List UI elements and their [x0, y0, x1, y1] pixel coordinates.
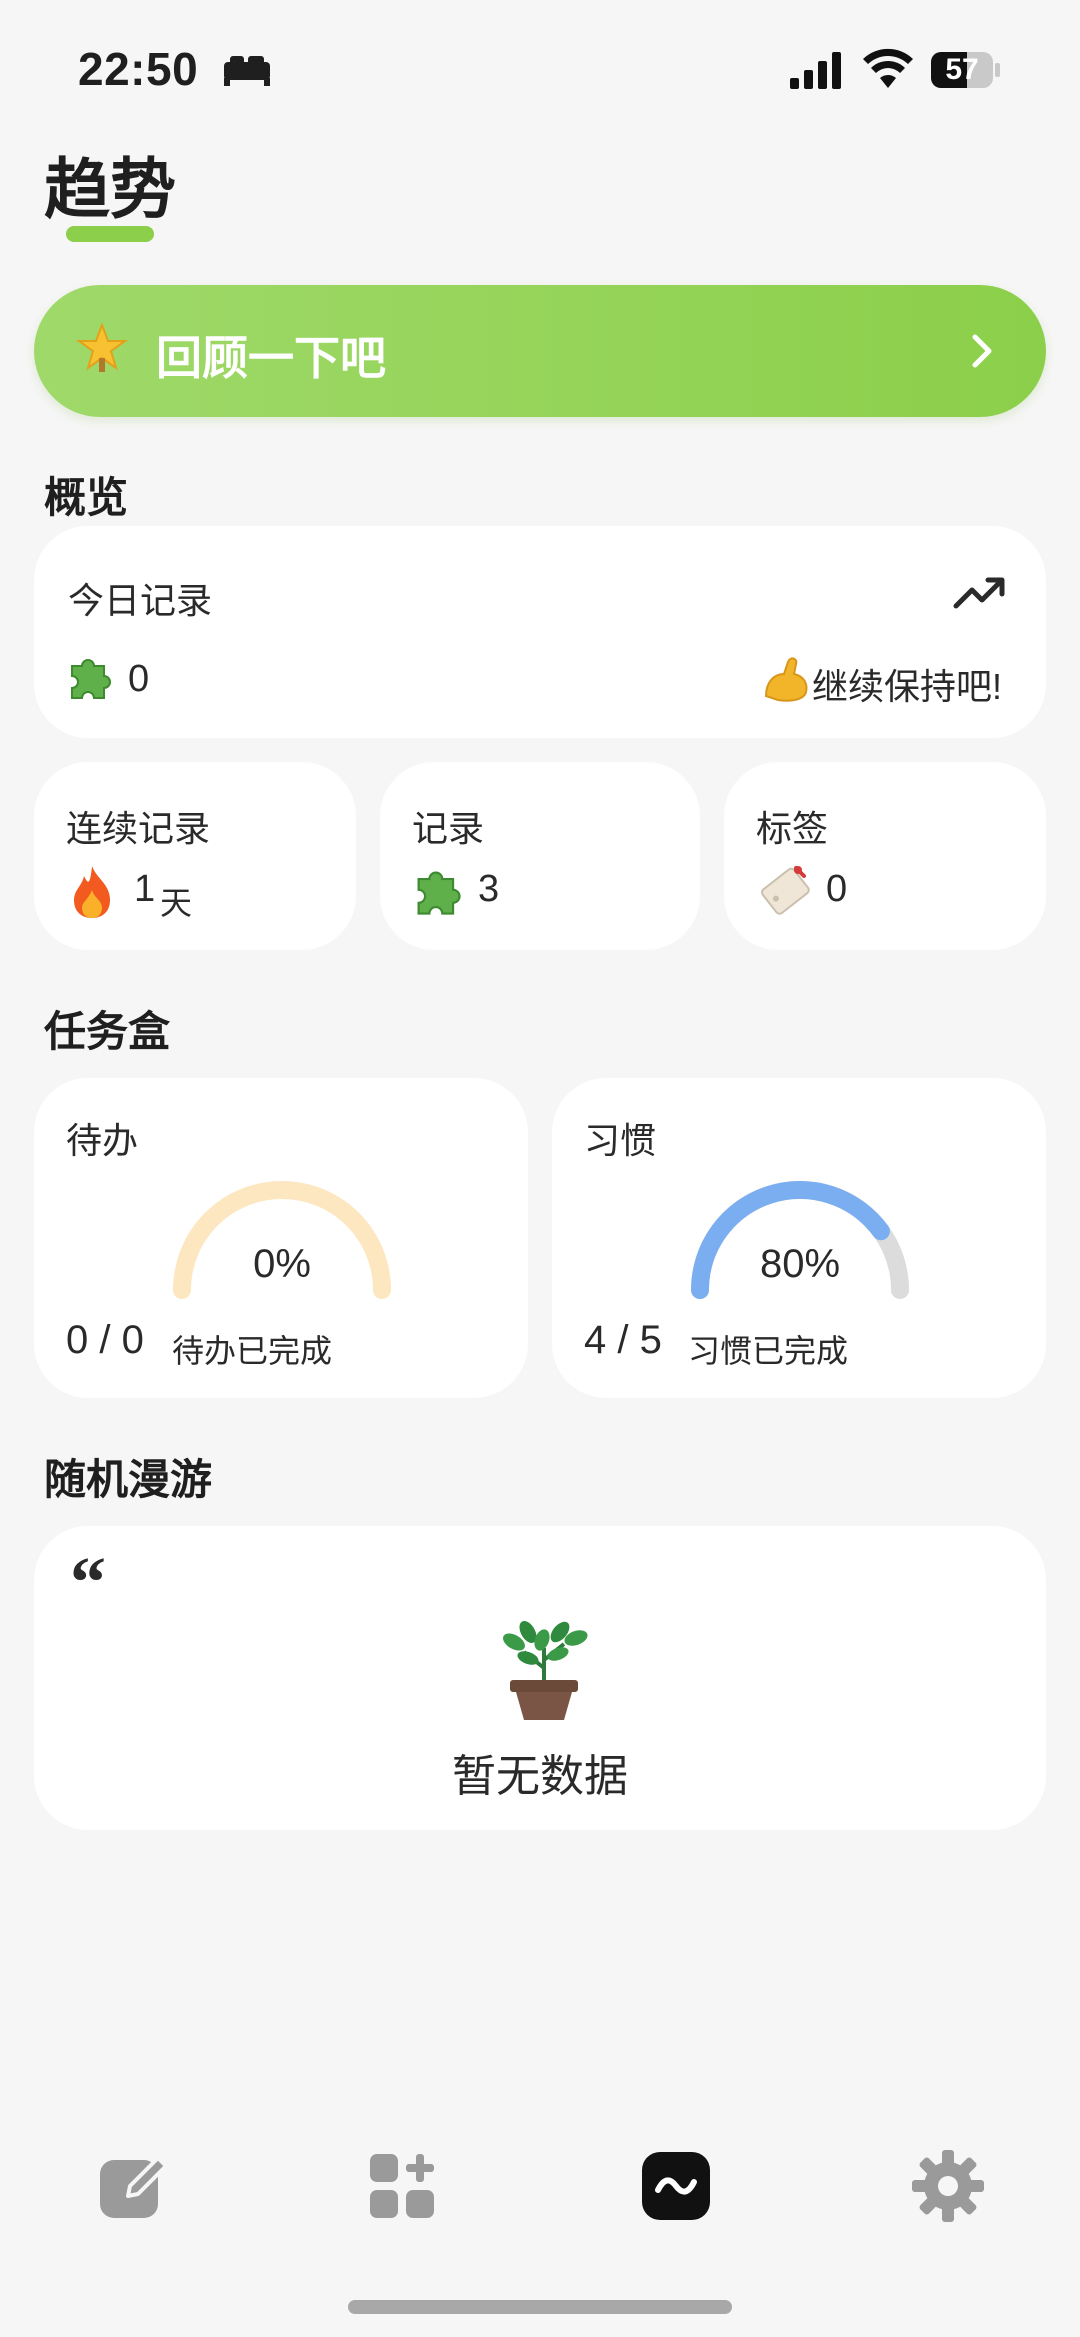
streak-unit: 天 [160, 885, 193, 921]
tags-label: 标签 [756, 808, 829, 849]
cellular-signal-icon [790, 52, 841, 89]
today-records-label: 今日记录 [68, 580, 213, 621]
overview-section-title: 概览 [44, 474, 129, 521]
potted-plant-icon [503, 1621, 588, 1720]
today-records-count: 0 [128, 658, 150, 700]
empty-state-text: 暂无数据 [452, 1752, 628, 1801]
records-value: 3 [478, 868, 500, 910]
trending-up-icon[interactable] [952, 572, 1008, 612]
review-banner-label: 回顾一下吧 [156, 332, 386, 384]
status-time: 22:50 [78, 43, 199, 95]
edit-note-icon[interactable] [92, 2146, 172, 2226]
encourage-text: 继续保持吧! [812, 666, 1003, 707]
bed-icon [224, 56, 270, 86]
flexed-biceps-icon [764, 657, 808, 702]
quote-mark: “ [70, 1542, 106, 1622]
records-label: 记录 [412, 808, 485, 849]
gear-icon[interactable] [908, 2146, 988, 2226]
todo-caption: 待办已完成 [172, 1333, 333, 1369]
habit-percent: 80% [759, 1242, 841, 1286]
title-underline [66, 226, 154, 242]
widgets-add-icon[interactable] [362, 2146, 442, 2226]
streak-value: 1 [134, 868, 156, 910]
trend-icon[interactable] [636, 2146, 716, 2226]
home-indicator[interactable] [348, 2300, 732, 2314]
page-title: 趋势 [44, 152, 176, 226]
streak-label: 连续记录 [66, 808, 211, 849]
puzzle-icon [417, 871, 461, 915]
random-walk-section-title: 随机漫游 [44, 1456, 213, 1503]
tags-value: 0 [826, 868, 848, 910]
tag-label-icon [761, 866, 810, 915]
wifi-icon [863, 48, 913, 88]
todo-percent: 0% [253, 1242, 311, 1286]
streak-card[interactable] [34, 762, 356, 950]
fire-icon [74, 866, 110, 918]
battery-indicator: 57 [930, 50, 1002, 90]
habit-count: 4 / 5 [584, 1318, 662, 1362]
chevron-right-icon [972, 334, 992, 368]
records-card[interactable] [380, 762, 700, 950]
habit-caption: 习惯已完成 [688, 1333, 849, 1369]
battery-level: 57 [945, 53, 979, 86]
star-icon [76, 322, 128, 372]
todo-label: 待办 [66, 1120, 139, 1161]
taskbox-section-title: 任务盒 [44, 1008, 171, 1055]
todo-count: 0 / 0 [66, 1318, 144, 1362]
habit-label: 习惯 [584, 1120, 657, 1161]
puzzle-icon [71, 659, 111, 699]
